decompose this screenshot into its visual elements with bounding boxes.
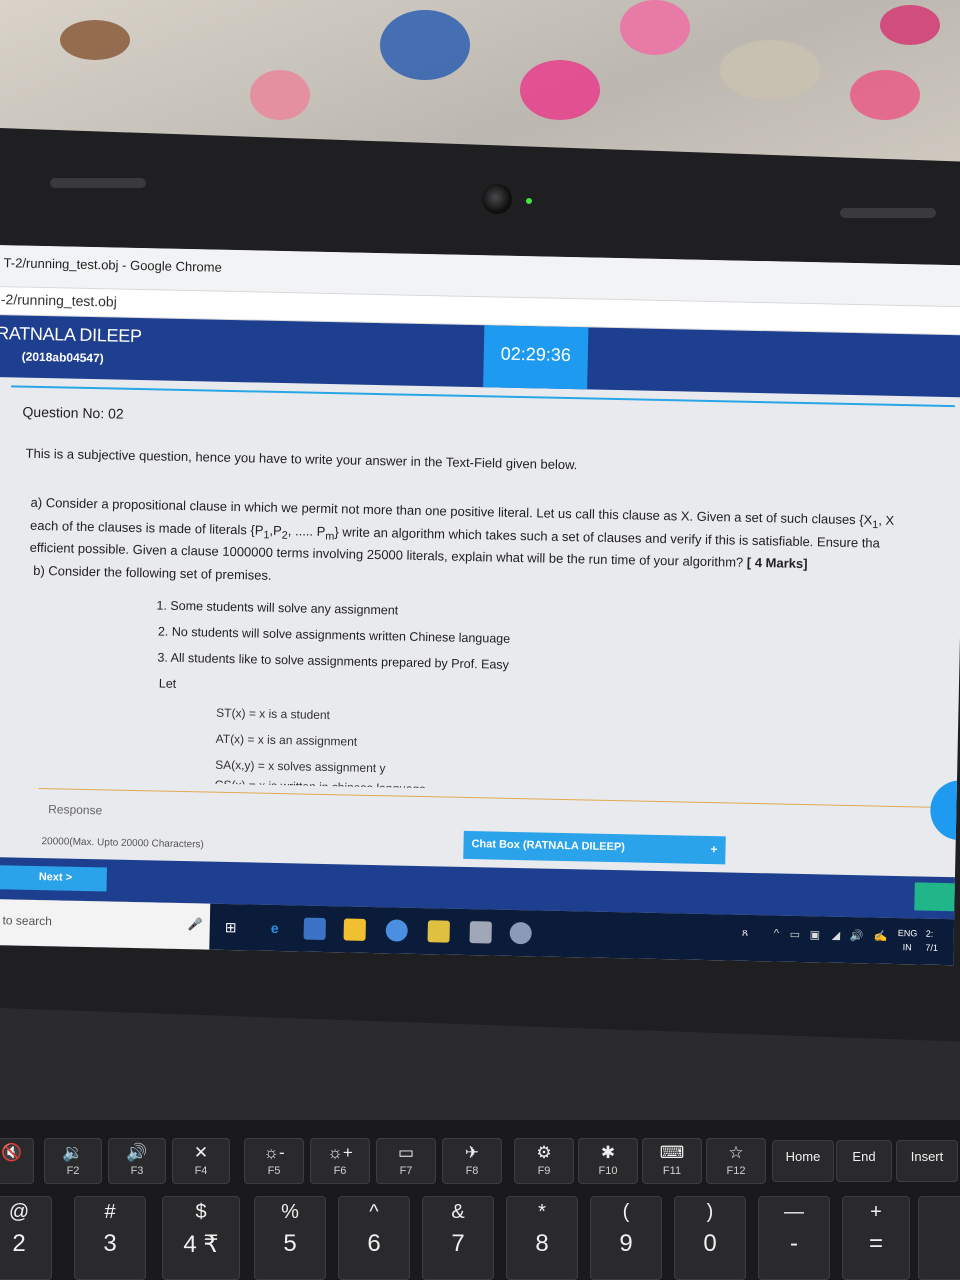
task-view-icon[interactable]: ⊞ <box>220 916 242 938</box>
settings-icon: ⚙ <box>536 1143 552 1162</box>
key-0[interactable]: ) 0 <box>674 1196 746 1280</box>
screen: T-2/running_test.obj - Google Chrome -2/… <box>0 245 960 966</box>
submit-button[interactable] <box>914 882 955 912</box>
mic-mute-icon: ✕ <box>193 1143 209 1162</box>
marks-label: [ 4 Marks] <box>746 554 808 572</box>
key-3[interactable]: # 3 <box>74 1196 146 1280</box>
divider-orange <box>38 788 939 808</box>
key-f3[interactable]: 🔊 F3 <box>108 1138 166 1184</box>
key-f7[interactable]: ▭ F7 <box>376 1138 436 1184</box>
bluetooth-icon: ✱ <box>600 1143 616 1162</box>
char-limit-label: 20000(Max. Upto 20000 Characters) <box>41 836 204 851</box>
question-intro: This is a subjective question, hence you… <box>25 445 578 473</box>
volume-down-icon: 🔉 <box>62 1143 84 1162</box>
key-mute[interactable]: 🔇 <box>0 1138 34 1184</box>
key-minus[interactable]: — - <box>758 1196 830 1280</box>
key-4[interactable]: $ 4 ₹ <box>162 1196 240 1280</box>
pen-icon[interactable]: ✍ <box>874 930 888 943</box>
key-7[interactable]: & 7 <box>422 1196 494 1280</box>
webcam-led <box>526 198 532 204</box>
chat-box-label: Chat Box (RATNALA DILEEP) <box>471 838 626 854</box>
next-button[interactable]: Next > <box>0 865 107 892</box>
wifi-icon[interactable]: ◢ <box>832 929 841 942</box>
premise-3: 3. All students like to solve assignment… <box>157 650 510 672</box>
bezel-slot-right <box>840 208 936 218</box>
brightness-down-icon: ☼- <box>263 1143 285 1162</box>
edge-icon[interactable]: e <box>264 917 286 939</box>
sticky-notes-icon[interactable] <box>427 920 450 943</box>
app-icon-2[interactable] <box>509 921 532 945</box>
key-f6[interactable]: ☼+ F6 <box>310 1138 370 1184</box>
notification-icon[interactable]: ▣ <box>810 928 821 941</box>
key-f4[interactable]: ✕ F4 <box>172 1138 230 1184</box>
volume-up-icon: 🔊 <box>126 1143 148 1162</box>
definition-st: ST(x) = x is a student <box>216 705 331 723</box>
key-8[interactable]: * 8 <box>506 1196 578 1280</box>
battery-icon[interactable]: ▭ <box>790 928 801 941</box>
student-id: (2018ab04547) <box>21 349 104 366</box>
question-number: Question No: 02 <box>22 403 124 422</box>
premise-2: 2. No students will solve assignments wr… <box>157 624 511 646</box>
keyboard-icon: ⌨ <box>659 1143 685 1162</box>
address-text: -2/running_test.obj <box>0 291 117 310</box>
mic-icon[interactable]: 🎤 <box>188 917 203 931</box>
key-f2[interactable]: 🔉 F2 <box>44 1138 102 1184</box>
file-explorer-icon[interactable] <box>303 917 326 941</box>
people-icon[interactable]: ጸ <box>742 927 749 940</box>
webcam <box>482 184 512 214</box>
definition-cs: CS(x) = x is written in chinese language <box>214 777 426 789</box>
expand-icon: + <box>710 842 718 857</box>
chat-box-toggle[interactable]: Chat Box (RATNALA DILEEP) + <box>463 830 726 865</box>
key-f9[interactable]: ⚙ F9 <box>514 1138 574 1184</box>
star-icon: ☆ <box>728 1143 744 1162</box>
student-name: RATNALA DILEEP <box>0 323 142 347</box>
let-label: Let <box>158 676 177 691</box>
brightness-up-icon: ☼+ <box>327 1143 353 1162</box>
search-placeholder: ere to search <box>0 913 53 929</box>
definition-at: AT(x) = x is an assignment <box>215 731 358 749</box>
bezel-slot-left <box>50 178 146 188</box>
key-f5[interactable]: ☼- F5 <box>244 1138 304 1184</box>
response-label: Response <box>48 802 103 818</box>
store-icon[interactable] <box>343 918 366 941</box>
window-title: T-2/running_test.obj - Google Chrome <box>3 255 222 275</box>
key-insert[interactable]: Insert <box>896 1140 958 1182</box>
key-2[interactable]: @ 2 <box>0 1196 52 1280</box>
chrome-icon[interactable] <box>385 919 408 942</box>
volume-icon[interactable]: 🔊 <box>850 929 864 942</box>
display-icon: ▭ <box>397 1143 415 1162</box>
key-9[interactable]: ( 9 <box>590 1196 662 1280</box>
question-body: a) Consider a propositional clause in wh… <box>29 494 960 599</box>
key-equals[interactable]: + = <box>842 1196 910 1280</box>
key-backspace[interactable] <box>918 1196 960 1280</box>
key-end[interactable]: End <box>836 1140 892 1182</box>
language-indicator[interactable]: ENG IN <box>897 926 918 954</box>
countdown-timer: 02:29:36 <box>483 325 589 390</box>
key-f8[interactable]: ✈ F8 <box>442 1138 502 1184</box>
taskbar-search-input[interactable]: ere to search <box>0 898 211 950</box>
key-6[interactable]: ^ 6 <box>338 1196 410 1280</box>
app-icon[interactable] <box>469 921 492 944</box>
key-f11[interactable]: ⌨ F11 <box>642 1138 702 1184</box>
definition-sa: SA(x,y) = x solves assignment y <box>215 757 386 776</box>
help-bubble[interactable] <box>929 779 960 841</box>
key-f10[interactable]: ✱ F10 <box>578 1138 638 1184</box>
system-clock[interactable]: 2: 7/1 <box>925 927 938 955</box>
premise-1: 1. Some students will solve any assignme… <box>156 598 399 618</box>
airplane-mode-icon: ✈ <box>464 1143 480 1162</box>
tray-chevron-icon[interactable]: ^ <box>774 927 779 939</box>
key-5[interactable]: % 5 <box>254 1196 326 1280</box>
key-f12[interactable]: ☆ F12 <box>706 1138 766 1184</box>
mute-icon: 🔇 <box>1 1143 23 1162</box>
key-home[interactable]: Home <box>772 1140 834 1182</box>
